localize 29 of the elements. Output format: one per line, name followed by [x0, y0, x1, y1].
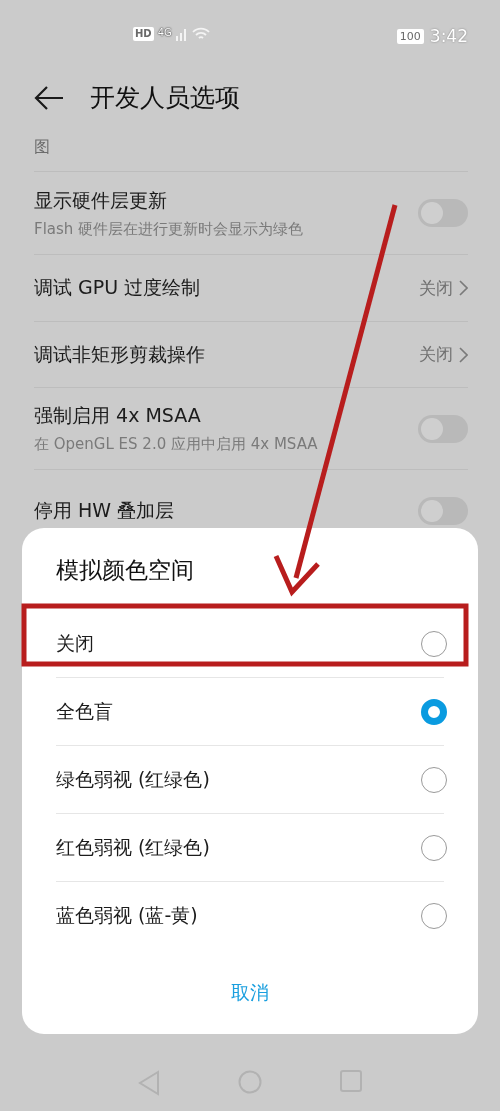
hd-badge: HD: [133, 27, 154, 41]
option-label[interactable]: 全色盲: [56, 698, 113, 725]
setting-description: Flash 硬件层在进行更新时会显示为绿色: [34, 219, 305, 239]
setting-title: 显示硬件层更新: [34, 187, 168, 213]
back-nav-icon[interactable]: [138, 1070, 160, 1096]
setting-title: 停用 HW 叠加层: [34, 497, 176, 523]
setting-description: 在 OpenGL ES 2.0 应用中启用 4x MSAA: [34, 435, 319, 454]
network-type: 4G: [157, 27, 172, 38]
dialog-title: 模拟颜色空间: [56, 556, 195, 585]
signal-icon: [175, 27, 188, 41]
back-arrow-icon[interactable]: [34, 85, 64, 110]
option-label[interactable]: 绿色弱视 (红绿色): [56, 766, 210, 793]
battery-indicator: 100: [396, 28, 424, 44]
wifi-icon: [191, 27, 210, 41]
chevron-right-icon: [459, 280, 468, 296]
radio-button[interactable]: [421, 698, 447, 725]
section-label: 图: [33, 136, 51, 158]
setting-title: 调试非矩形剪裁操作: [34, 341, 206, 367]
chevron-right-icon: [459, 346, 468, 363]
setting-value: 关闭: [419, 343, 453, 366]
setting-value: 关闭: [419, 276, 453, 300]
option-label[interactable]: 红色弱视 (红绿色): [56, 834, 210, 861]
page-title: 开发人员选项: [90, 82, 240, 114]
option-label[interactable]: 蓝色弱视 (蓝-黄): [56, 902, 198, 929]
setting-title: 调试 GPU 过度绘制: [34, 275, 202, 300]
home-nav-icon[interactable]: [238, 1070, 262, 1094]
option-label[interactable]: 关闭: [56, 630, 94, 657]
recents-nav-icon[interactable]: [340, 1070, 362, 1092]
setting-title: 强制启用 4x MSAA: [34, 403, 202, 428]
